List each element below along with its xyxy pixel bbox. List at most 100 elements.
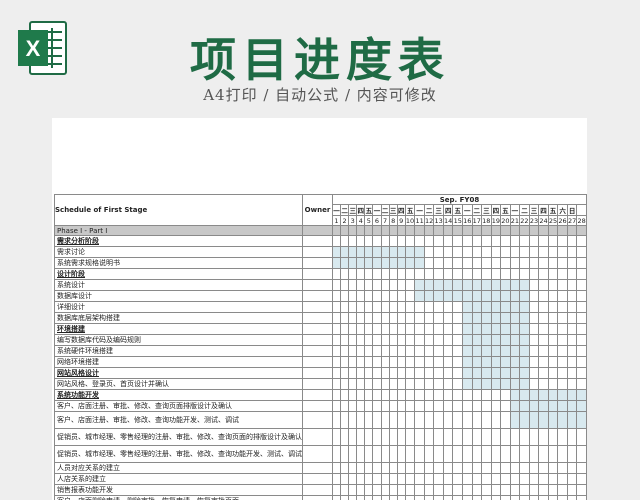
gantt-cell bbox=[566, 301, 578, 313]
owner-cell bbox=[302, 279, 333, 291]
gantt-cell bbox=[547, 462, 559, 474]
gantt-cell bbox=[481, 323, 492, 335]
month-label: Sep. FY08 bbox=[331, 194, 587, 205]
gantt-cell bbox=[557, 378, 568, 390]
gantt-cell bbox=[396, 334, 406, 346]
schedule-row: 客户、店面删除申请、删除审批、恢复申请、恢复审批页面 bbox=[54, 495, 587, 500]
gantt-cell bbox=[471, 246, 483, 258]
stage-label: 系统功能开发 bbox=[57, 391, 99, 399]
header-row-month: Schedule of First Stage Owner Sep. FY08 bbox=[54, 194, 587, 226]
gantt-cell bbox=[388, 279, 398, 291]
gantt-cell bbox=[423, 323, 435, 335]
gantt-cell bbox=[388, 312, 398, 324]
gantt-cell bbox=[509, 400, 521, 412]
gantt-cell bbox=[519, 389, 530, 401]
gantt-cell bbox=[500, 389, 511, 401]
gantt-cell bbox=[404, 279, 416, 291]
gantt-cell bbox=[519, 235, 530, 247]
owner-cell bbox=[302, 445, 333, 463]
gantt-cell bbox=[471, 290, 483, 302]
gantt-cell bbox=[433, 301, 444, 313]
gantt-cell bbox=[423, 301, 435, 313]
gantt-cell bbox=[509, 367, 521, 379]
day-number-cell: 1 bbox=[331, 215, 342, 226]
gantt-cell bbox=[364, 225, 374, 236]
day-number-cell: 16 bbox=[462, 215, 473, 226]
gantt-cell bbox=[388, 345, 398, 357]
gantt-cell bbox=[442, 323, 454, 335]
day-number-cell: 14 bbox=[442, 215, 454, 226]
gantt-cell bbox=[566, 389, 578, 401]
gantt-cell bbox=[481, 473, 492, 485]
gantt-cell bbox=[566, 312, 578, 324]
gantt-cell bbox=[576, 246, 587, 258]
gantt-cell bbox=[557, 323, 568, 335]
owner-cell bbox=[302, 411, 333, 429]
gantt-cell bbox=[509, 345, 521, 357]
gantt-cell bbox=[340, 334, 350, 346]
gantt-cell bbox=[372, 495, 382, 500]
gantt-cell bbox=[576, 290, 587, 302]
day-number-cell: 12 bbox=[423, 215, 435, 226]
weekday-cell: 二 bbox=[519, 204, 530, 216]
gantt-cell bbox=[348, 356, 358, 368]
gantt-cell bbox=[414, 428, 425, 446]
gantt-cell bbox=[331, 312, 342, 324]
gantt-cell bbox=[538, 462, 549, 474]
gantt-cell bbox=[331, 301, 342, 313]
gantt-cell bbox=[528, 225, 540, 236]
gantt-cell bbox=[519, 268, 530, 280]
gantt-cell bbox=[557, 473, 568, 485]
gantt-cell bbox=[414, 400, 425, 412]
gantt-cell bbox=[442, 356, 454, 368]
gantt-cell bbox=[481, 378, 492, 390]
gantt-cell bbox=[509, 428, 521, 446]
gantt-cell bbox=[471, 279, 483, 291]
gantt-cell bbox=[566, 345, 578, 357]
gantt-cell bbox=[547, 257, 559, 269]
schedule-row: 环境搭建 bbox=[54, 323, 587, 335]
gantt-cell bbox=[528, 389, 540, 401]
gantt-cell bbox=[380, 495, 390, 500]
gantt-cell bbox=[396, 246, 406, 258]
gantt-cell bbox=[481, 312, 492, 324]
gantt-cell bbox=[423, 411, 435, 429]
gantt-cell bbox=[356, 411, 366, 429]
gantt-cell bbox=[452, 246, 463, 258]
gantt-cell bbox=[433, 411, 444, 429]
gantt-cell bbox=[538, 268, 549, 280]
weekday-cell bbox=[576, 204, 587, 216]
gantt-cell bbox=[331, 389, 342, 401]
gantt-cell bbox=[490, 235, 502, 247]
gantt-cell bbox=[490, 445, 502, 463]
weekday-cell: 二 bbox=[340, 204, 350, 216]
gantt-cell bbox=[388, 290, 398, 302]
gantt-cell bbox=[404, 356, 416, 368]
gantt-cell bbox=[519, 345, 530, 357]
day-number-cell: 15 bbox=[452, 215, 463, 226]
gantt-cell bbox=[433, 400, 444, 412]
gantt-cell bbox=[462, 257, 473, 269]
task-label-cell: 需求讨论 bbox=[54, 246, 303, 258]
owner-cell bbox=[302, 334, 333, 346]
schedule-row: 人员对应关系的建立 bbox=[54, 462, 587, 474]
gantt-cell bbox=[528, 268, 540, 280]
weekday-cell: 五 bbox=[404, 204, 416, 216]
gantt-cell bbox=[462, 312, 473, 324]
weekday-cell: 五 bbox=[364, 204, 374, 216]
gantt-cell bbox=[372, 473, 382, 485]
gantt-cell bbox=[528, 312, 540, 324]
gantt-cell bbox=[433, 462, 444, 474]
gantt-cell bbox=[414, 268, 425, 280]
gantt-cell bbox=[442, 367, 454, 379]
gantt-cell bbox=[462, 301, 473, 313]
gantt-cell bbox=[388, 301, 398, 313]
task-label-cell: 客户、店面删除申请、删除审批、恢复申请、恢复审批页面 bbox=[54, 495, 303, 500]
gantt-cell bbox=[348, 445, 358, 463]
gantt-cell bbox=[576, 334, 587, 346]
gantt-cell bbox=[509, 411, 521, 429]
gantt-cell bbox=[442, 345, 454, 357]
gantt-cell bbox=[340, 246, 350, 258]
gantt-cell bbox=[566, 279, 578, 291]
gantt-cell bbox=[500, 473, 511, 485]
